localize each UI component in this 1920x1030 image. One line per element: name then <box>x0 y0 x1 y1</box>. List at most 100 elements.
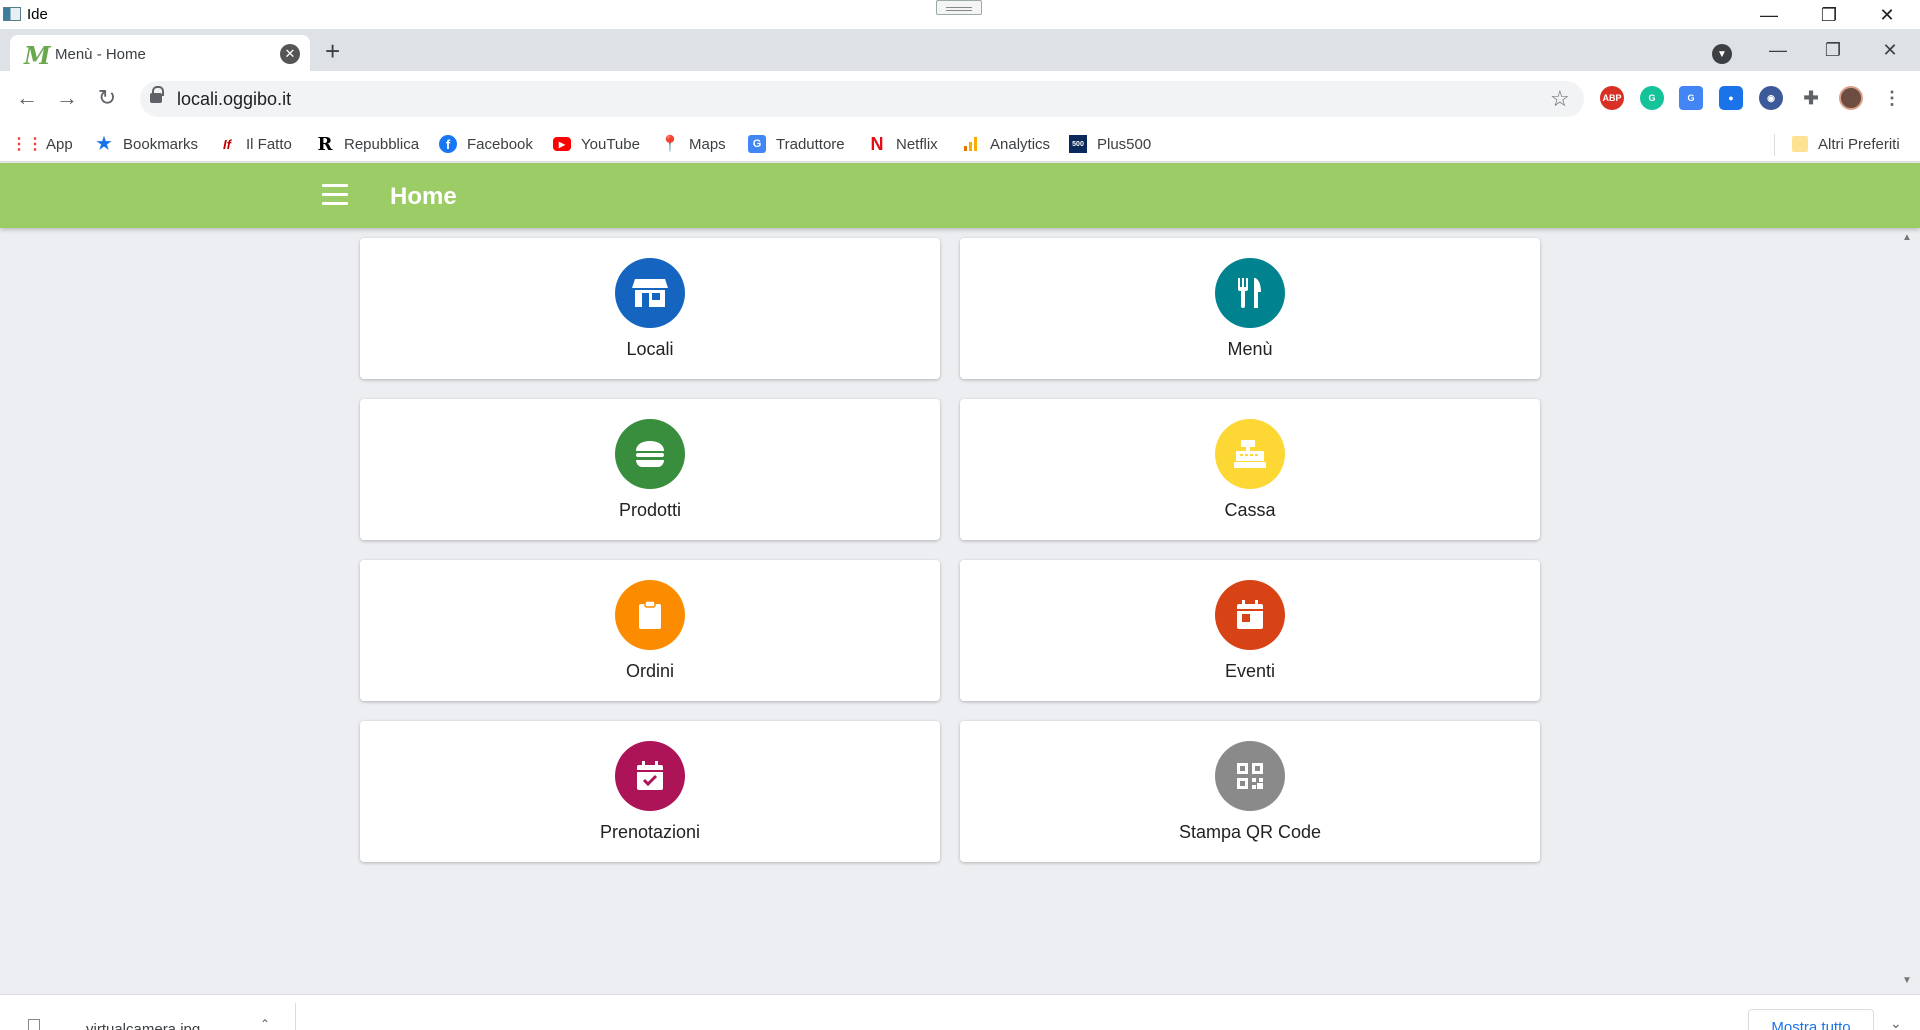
translate-icon: G <box>748 135 766 153</box>
bookmark-repubblica[interactable]: R Repubblica <box>316 132 420 156</box>
drag-handle[interactable] <box>936 0 982 15</box>
browser-menu-icon[interactable]: ⋮ <box>1880 86 1904 110</box>
bookmark-bookmarks[interactable]: ★ Bookmarks <box>95 132 198 156</box>
bookmark-analytics[interactable]: Analytics <box>962 132 1050 156</box>
store-icon <box>615 258 685 328</box>
ilfatto-icon: If <box>223 136 231 152</box>
grammarly-extension-icon[interactable]: G <box>1640 86 1664 110</box>
bookmark-label: Analytics <box>990 135 1051 153</box>
bookmark-label: Netflix <box>896 135 938 153</box>
bookmark-plus500[interactable]: 500 Plus500 <box>1069 132 1151 156</box>
tile-ordini[interactable]: Ordini <box>360 560 940 701</box>
folder-icon <box>1792 136 1808 152</box>
tab-close-icon[interactable]: ✕ <box>280 44 300 64</box>
apps-grid-icon: ⋮⋮ <box>11 136 43 153</box>
tile-label: Cassa <box>1224 500 1276 520</box>
bookmark-label: Repubblica <box>344 135 420 153</box>
app-window-icon <box>3 7 21 21</box>
browser-minimize-button[interactable]: — <box>1758 37 1798 63</box>
netflix-icon: N <box>870 133 884 154</box>
os-minimize-button[interactable]: — <box>1746 2 1792 28</box>
tile-label: Menù <box>1227 339 1273 359</box>
cash-register-icon <box>1215 419 1285 489</box>
tile-label: Prodotti <box>618 500 682 520</box>
tile-stampa-qr-code[interactable]: Stampa QR Code <box>960 721 1540 862</box>
plus500-icon: 500 <box>1069 135 1087 153</box>
bookmark-label: Maps <box>689 135 726 153</box>
qr-code-icon <box>1215 741 1285 811</box>
bookmark-other[interactable]: Altri Preferiti <box>1792 132 1900 156</box>
hamburger-menu-icon[interactable] <box>322 184 348 206</box>
star-icon: ★ <box>96 134 112 153</box>
chevron-up-icon[interactable]: ⌃ <box>260 1017 270 1030</box>
calendar-icon <box>1215 580 1285 650</box>
download-file-name[interactable]: virtualcamera.jpg <box>86 1021 200 1030</box>
tile-menu[interactable]: Menù <box>960 238 1540 379</box>
tile-label: Prenotazioni <box>599 822 701 842</box>
reload-icon[interactable]: ↻ <box>92 83 122 113</box>
tab-strip: M Menù - Home ✕ + ▼ — ❐ ✕ <box>0 29 1920 71</box>
bookmark-star-icon[interactable]: ☆ <box>1550 86 1570 112</box>
bookmark-traduttore[interactable]: G Traduttore <box>748 132 845 156</box>
bookmark-maps[interactable]: 📍 Maps <box>660 132 726 156</box>
os-close-button[interactable]: ✕ <box>1864 2 1910 28</box>
fork-knife-icon <box>1215 258 1285 328</box>
file-icon <box>28 1019 40 1030</box>
os-restore-button[interactable]: ❐ <box>1806 2 1852 28</box>
clipboard-icon <box>615 580 685 650</box>
camera-extension-icon[interactable]: ● <box>1719 86 1743 110</box>
close-downloads-icon[interactable]: ⌄ <box>1890 1015 1902 1030</box>
profile-avatar[interactable] <box>1839 86 1863 110</box>
browser-restore-button[interactable]: ❐ <box>1813 37 1853 63</box>
repubblica-icon: R <box>317 133 333 155</box>
new-tab-button[interactable]: + <box>325 38 340 64</box>
tile-prenotazioni[interactable]: Prenotazioni <box>360 721 940 862</box>
show-all-button[interactable]: Mostra tutto <box>1748 1009 1874 1030</box>
bookmark-label: Bookmarks <box>123 135 199 153</box>
url-text[interactable]: locali.oggibo.it <box>177 89 291 110</box>
browser-toolbar: ← → ↻ locali.oggibo.it ☆ ABP G G ● ◉ ✚ ⋮ <box>0 71 1920 126</box>
burger-icon <box>615 419 685 489</box>
bookmark-app[interactable]: ⋮⋮ App <box>11 132 73 156</box>
globe-extension-icon[interactable]: ◉ <box>1759 86 1783 110</box>
tab-title: Menù - Home <box>55 46 146 63</box>
tile-label: Stampa QR Code <box>1178 822 1322 842</box>
tile-prodotti[interactable]: Prodotti <box>360 399 940 540</box>
tile-label: Eventi <box>1224 661 1276 681</box>
tile-locali[interactable]: Locali <box>360 238 940 379</box>
bookmark-facebook[interactable]: f Facebook <box>439 132 533 156</box>
app-header: Home <box>0 163 1920 228</box>
forward-icon[interactable]: → <box>52 83 82 113</box>
bookmarks-bar: ⋮⋮ App ★ Bookmarks If Il Fatto R Repubbl… <box>0 126 1920 162</box>
tab-search-icon[interactable]: ▼ <box>1712 44 1732 64</box>
os-title-bar: Ide — ❐ ✕ <box>0 0 1920 29</box>
bookmark-netflix[interactable]: N Netflix <box>868 132 938 156</box>
page-title: Home <box>390 183 457 210</box>
address-bar[interactable] <box>140 81 1584 117</box>
bookmark-label: Facebook <box>467 135 533 153</box>
back-icon[interactable]: ← <box>12 83 42 113</box>
browser-close-button[interactable]: ✕ <box>1870 37 1910 63</box>
tile-label: Locali <box>626 339 674 359</box>
extensions-puzzle-icon[interactable]: ✚ <box>1799 86 1823 110</box>
youtube-icon: ▶ <box>553 137 571 151</box>
scroll-up-arrow[interactable]: ▲ <box>1902 232 1912 243</box>
bookmark-ilfatto[interactable]: If Il Fatto <box>218 132 292 156</box>
os-window-title: Ide <box>27 6 48 23</box>
bookmarks-divider <box>1774 134 1775 156</box>
adblock-extension-icon[interactable]: ABP <box>1600 86 1624 110</box>
browser-tab[interactable]: M Menù - Home ✕ <box>10 35 310 71</box>
calendar-check-icon <box>615 741 685 811</box>
lock-icon[interactable] <box>150 86 164 103</box>
bookmark-label: Traduttore <box>776 135 845 153</box>
download-bar: virtualcamera.jpg ⌃ Mostra tutto ⌄ <box>0 994 1920 1030</box>
download-divider <box>295 1003 296 1030</box>
tile-label: Ordini <box>625 661 674 681</box>
bookmark-youtube[interactable]: ▶ YouTube <box>553 132 640 156</box>
favicon-icon: M <box>24 41 51 70</box>
facebook-icon: f <box>439 135 457 153</box>
tile-eventi[interactable]: Eventi <box>960 560 1540 701</box>
scroll-down-arrow[interactable]: ▼ <box>1902 975 1912 986</box>
translate-extension-icon[interactable]: G <box>1679 86 1703 110</box>
tile-cassa[interactable]: Cassa <box>960 399 1540 540</box>
